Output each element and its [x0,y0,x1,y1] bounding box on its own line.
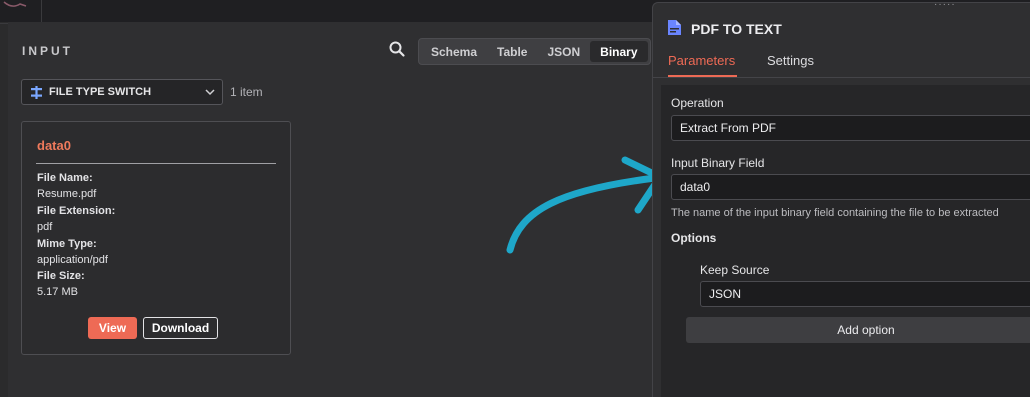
tab-table[interactable]: Table [487,41,537,62]
parameters-body: Operation Extract From PDF Input Binary … [661,85,1030,397]
connector-icon [3,1,27,7]
operation-select[interactable]: Extract From PDF [671,115,1030,141]
canvas-corner [0,0,42,24]
node-settings-panel: ····· PDF TO TEXT Parameters Settings Op… [652,0,1030,397]
input-binary-field-label: Input Binary Field [671,156,765,170]
tabs-divider [653,77,1030,78]
keep-source-select[interactable]: JSON [700,281,1030,307]
operation-label: Operation [671,96,724,110]
node-title: PDF TO TEXT [691,21,782,37]
file-size-label: File Size: [37,270,85,282]
input-node-select-label: FILE TYPE SWITCH [49,86,152,98]
keep-source-label: Keep Source [700,263,770,277]
item-count: 1 item [230,85,263,99]
tab-schema[interactable]: Schema [421,41,487,62]
download-button[interactable]: Download [143,317,218,339]
pdf-file-icon [668,20,681,35]
add-option-button[interactable]: Add option [686,317,1030,343]
card-divider [36,163,276,164]
mime-type-value: application/pdf [37,254,108,266]
tab-binary[interactable]: Binary [590,41,648,62]
tab-settings[interactable]: Settings [767,53,814,68]
switch-icon [31,85,42,99]
file-name-value: Resume.pdf [37,188,97,200]
file-size-value: 5.17 MB [37,286,78,298]
input-binary-field-hint: The name of the input binary field conta… [671,207,999,219]
tab-json[interactable]: JSON [537,41,590,62]
options-heading: Options [671,231,717,245]
drag-handle[interactable]: ····· [934,0,956,10]
chevron-down-icon [205,89,215,96]
binary-field-name: data0 [37,138,71,153]
binary-file-card: data0 File Name: Resume.pdf File Extensi… [21,121,291,355]
view-mode-tabs: Schema Table JSON Binary [418,38,651,65]
search-icon[interactable] [388,40,406,58]
file-extension-label: File Extension: [37,205,116,217]
tab-parameters[interactable]: Parameters [668,53,738,77]
input-binary-field-input[interactable]: data0 [671,174,1030,200]
mime-type-label: Mime Type: [37,238,97,250]
input-title: INPUT [22,44,73,58]
file-extension-value: pdf [37,221,53,233]
file-name-label: File Name: [37,172,93,184]
input-node-select[interactable]: FILE TYPE SWITCH [21,79,223,105]
view-button[interactable]: View [88,317,137,339]
